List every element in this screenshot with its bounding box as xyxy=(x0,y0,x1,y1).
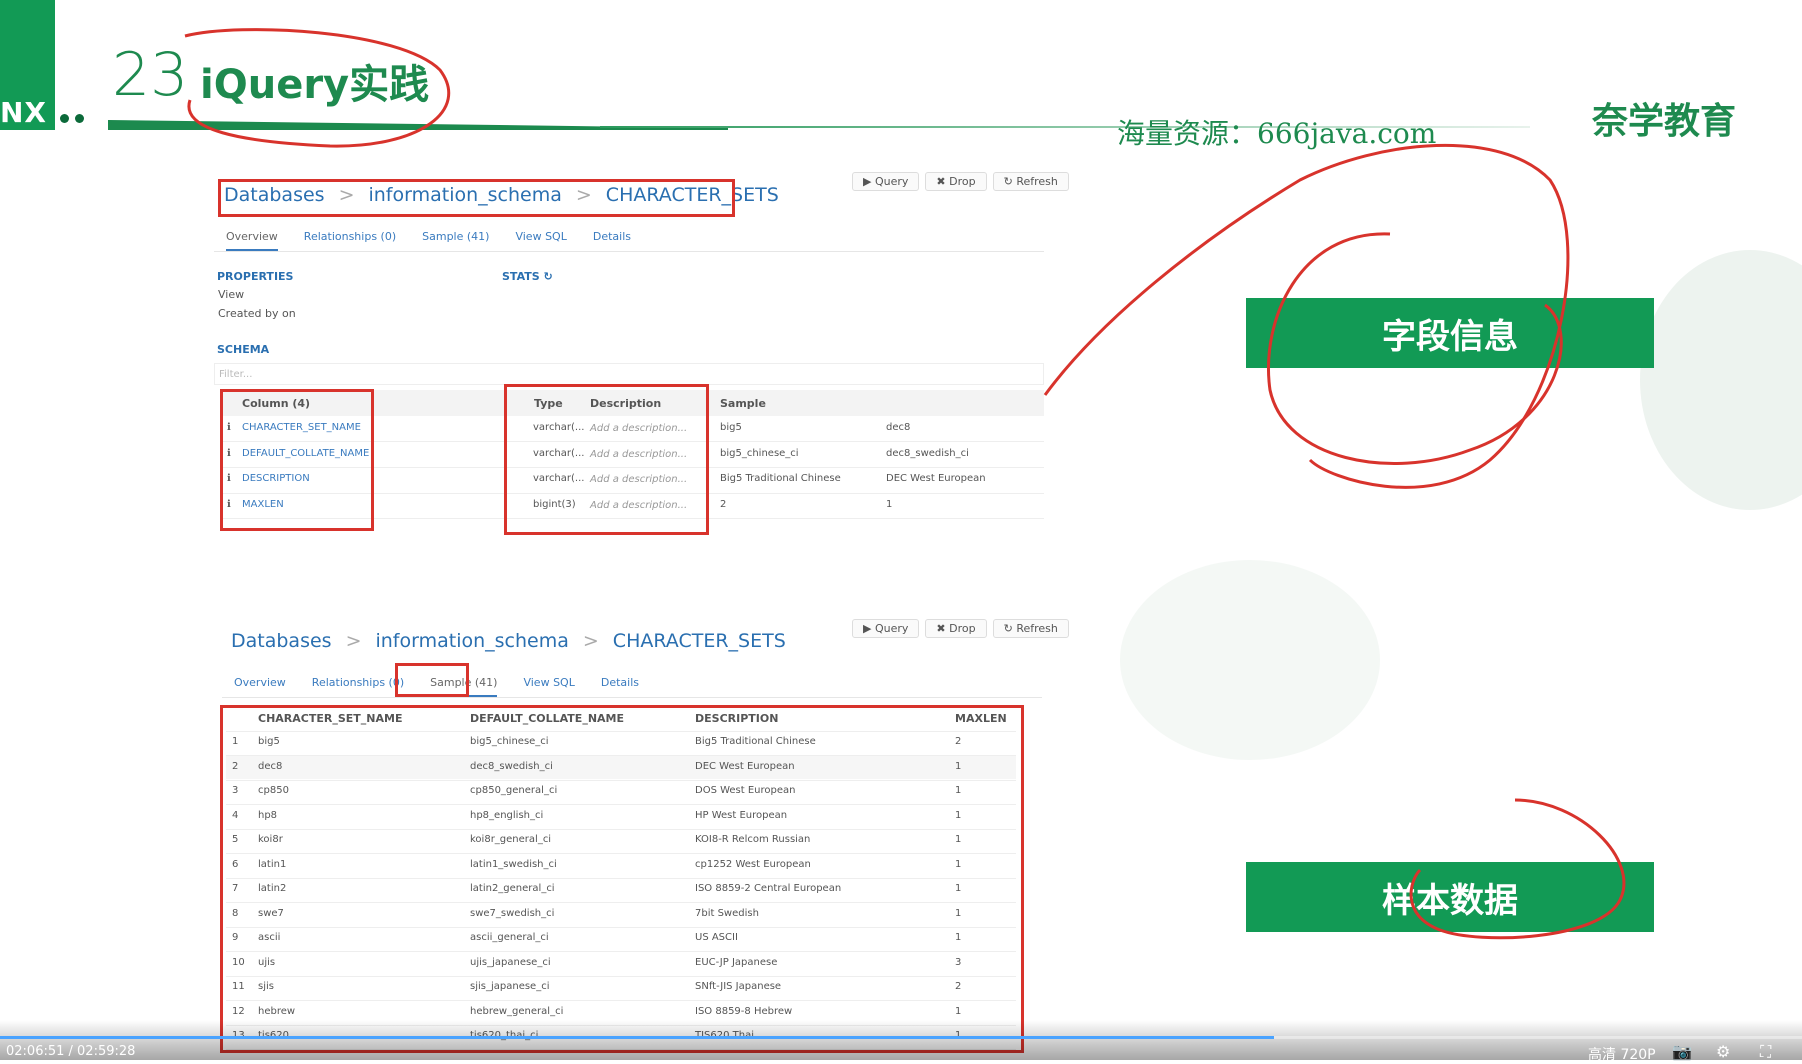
video-timecode: 02:06:51 / 02:59:28 xyxy=(6,1044,136,1059)
annotation-circle-sample-data xyxy=(1409,798,1626,940)
annotation-strokes xyxy=(184,28,1626,940)
video-progress-fill xyxy=(0,1036,1274,1039)
video-progress-bar[interactable] xyxy=(0,1036,1802,1039)
quality-selector[interactable]: 高清 720P xyxy=(1588,1044,1656,1064)
fullscreen-icon[interactable]: ⛶ xyxy=(1760,1042,1771,1062)
annotation-circle-title xyxy=(184,28,451,148)
settings-icon[interactable]: ⚙ xyxy=(1716,1042,1730,1061)
screenshot-icon[interactable]: 📷 xyxy=(1672,1042,1692,1061)
video-control-bar xyxy=(0,1020,1802,1060)
annotation-arrow-line xyxy=(1043,143,1570,489)
